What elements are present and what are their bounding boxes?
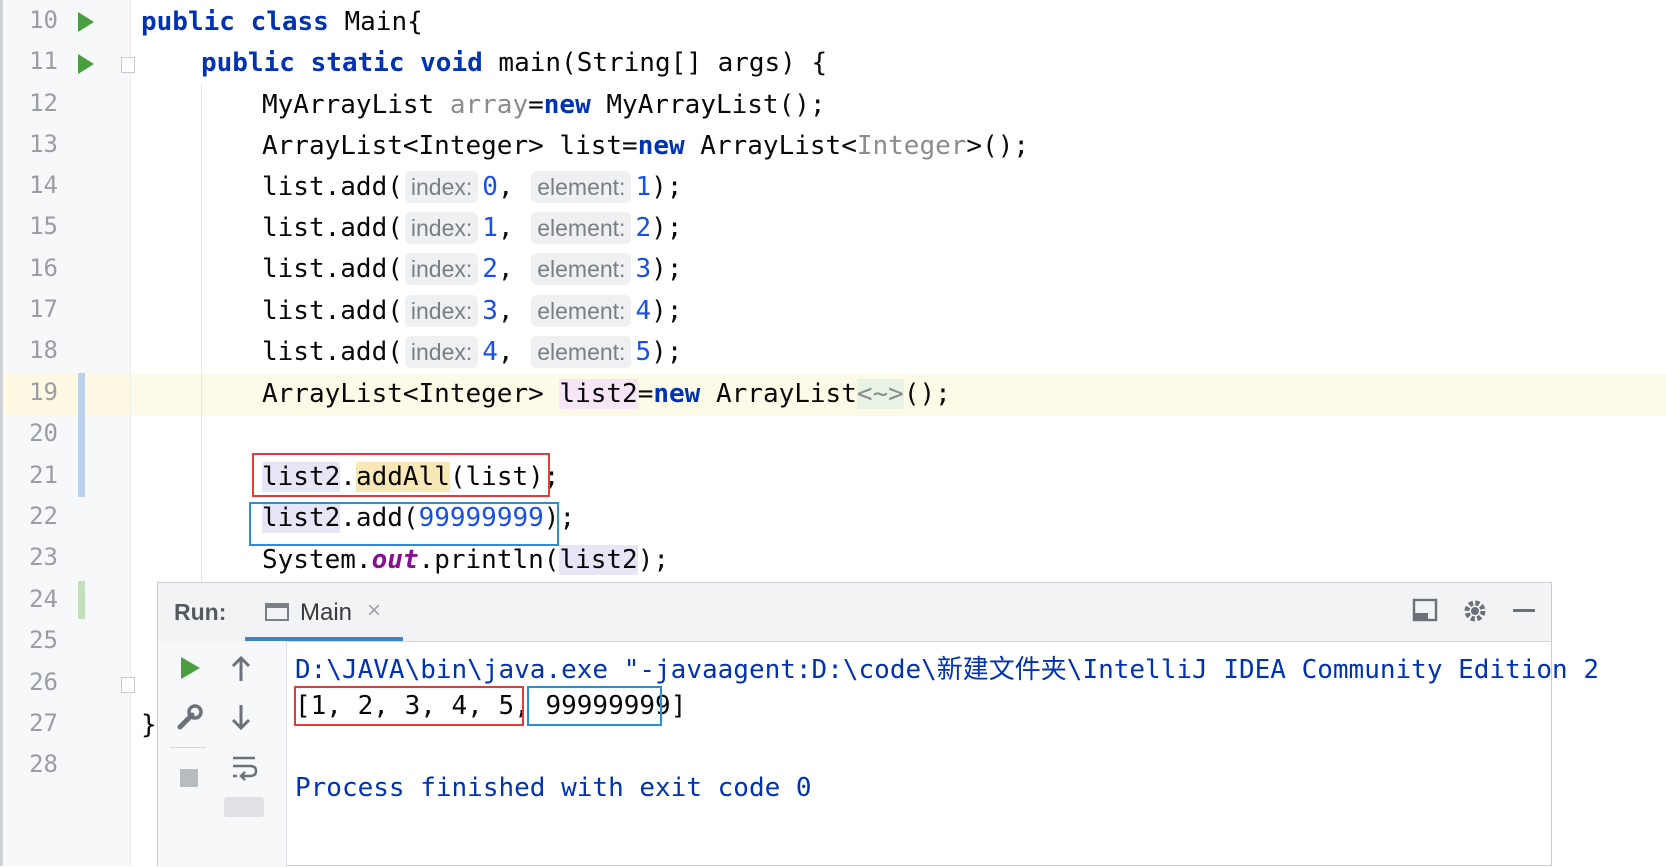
close-icon[interactable]: ×	[367, 597, 381, 625]
line-number: 17	[29, 295, 58, 323]
line-number: 28	[29, 750, 58, 778]
gear-icon[interactable]	[1461, 597, 1489, 632]
line-number: 24	[29, 585, 58, 613]
line-number: 18	[29, 336, 58, 364]
run-class-icon[interactable]	[78, 12, 94, 32]
line-number: 12	[29, 89, 58, 117]
line-number: 13	[29, 130, 58, 158]
parameter-hint: element:	[531, 295, 632, 327]
code-line-14[interactable]: list.add(index: 0, element: 1);	[262, 170, 682, 204]
annotation-box-output-list	[294, 686, 524, 726]
run-tool-window: Run: Main × D:\JAVA\bin\java.exe "-javaa…	[157, 582, 1599, 867]
added-line-marker	[78, 581, 85, 619]
line-number: 19	[29, 378, 58, 406]
parameter-hint: element:	[531, 253, 632, 285]
fold-end-icon[interactable]	[121, 677, 135, 693]
code-line-12[interactable]: MyArrayList array=new MyArrayList();	[262, 88, 826, 122]
parameter-hint: element:	[531, 171, 632, 203]
code-line-10[interactable]: public class Main{	[141, 5, 423, 39]
parameter-hint: element:	[531, 336, 632, 368]
code-line-19[interactable]: ArrayList<Integer> list2=new ArrayList<~…	[262, 377, 951, 411]
line-number: 15	[29, 212, 58, 240]
toolbar-divider	[170, 747, 206, 748]
console-tab-icon	[265, 603, 289, 621]
code-line-13[interactable]: ArrayList<Integer> list=new ArrayList<In…	[262, 129, 1029, 163]
line-number: 27	[29, 709, 58, 737]
parameter-hint: index:	[404, 212, 479, 244]
wrench-icon[interactable]	[176, 703, 204, 738]
modified-lines-marker	[78, 373, 85, 497]
code-line-17[interactable]: list.add(index: 3, element: 4);	[262, 294, 682, 328]
line-number: 22	[29, 502, 58, 530]
indent-guide	[201, 83, 202, 583]
up-arrow-icon[interactable]	[230, 655, 252, 690]
line-number: 23	[29, 543, 58, 571]
parameter-hint: index:	[404, 253, 479, 285]
code-line-27[interactable]: }	[141, 708, 157, 742]
line-number: 26	[29, 668, 58, 696]
annotation-box-addall	[252, 453, 550, 497]
line-number: 11	[29, 47, 58, 75]
line-number: 16	[29, 254, 58, 282]
annotation-box-output-added	[527, 686, 662, 726]
code-line-23[interactable]: System.out.println(list2);	[262, 543, 669, 577]
line-number: 10	[29, 6, 58, 34]
layout-icon[interactable]	[1412, 597, 1438, 630]
parameter-hint: index:	[404, 171, 479, 203]
stop-icon[interactable]	[178, 763, 200, 796]
gutter-separator	[130, 0, 131, 866]
code-line-11[interactable]: public static void main(String[] args) {	[201, 46, 827, 80]
soft-wrap-icon[interactable]	[230, 753, 258, 788]
run-label: Run:	[174, 599, 227, 625]
line-number: 14	[29, 171, 58, 199]
run-main-icon[interactable]	[78, 54, 94, 74]
scroll-to-end-button[interactable]	[224, 797, 264, 817]
code-line-18[interactable]: list.add(index: 4, element: 5);	[262, 335, 682, 369]
code-line-16[interactable]: list.add(index: 2, element: 3);	[262, 252, 682, 286]
parameter-hint: element:	[531, 212, 632, 244]
line-number: 25	[29, 626, 58, 654]
line-number: 20	[29, 419, 58, 447]
annotation-box-add	[249, 502, 559, 546]
parameter-hint: index:	[404, 295, 479, 327]
play-icon[interactable]	[178, 655, 202, 688]
console-command-line: D:\JAVA\bin\java.exe "-javaagent:D:\code…	[295, 655, 1599, 685]
minimize-icon[interactable]	[1511, 597, 1537, 630]
line-number: 21	[29, 461, 58, 489]
console-exit-message: Process finished with exit code 0	[295, 773, 812, 803]
run-toolbar	[158, 641, 287, 867]
fold-icon[interactable]	[121, 57, 135, 73]
parameter-hint: index:	[404, 336, 479, 368]
tab-main-label: Main	[300, 599, 353, 626]
code-line-15[interactable]: list.add(index: 1, element: 2);	[262, 211, 682, 245]
down-arrow-icon[interactable]	[230, 703, 252, 738]
tab-main[interactable]: Main ×	[245, 583, 403, 641]
run-panel-header: Run: Main ×	[158, 583, 1551, 642]
